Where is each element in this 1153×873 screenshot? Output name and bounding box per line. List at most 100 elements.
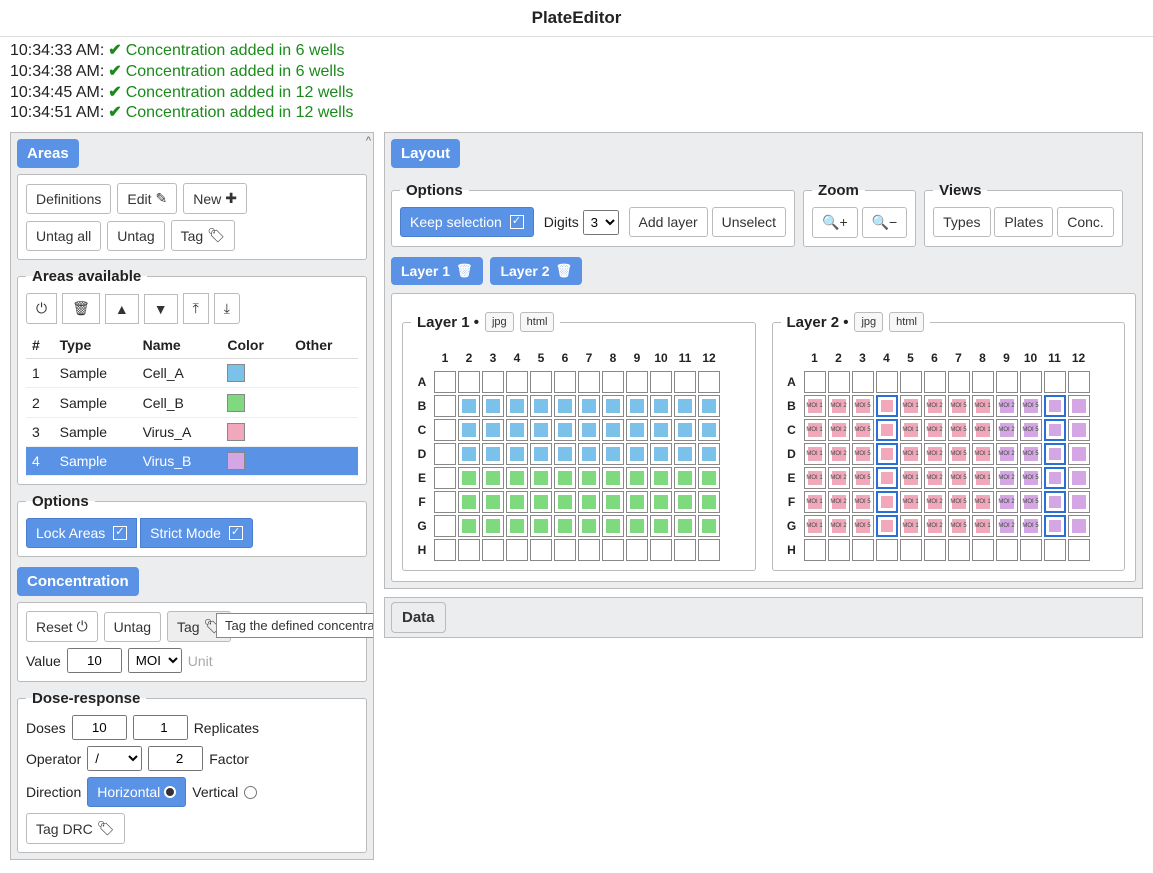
well[interactable]: MOI 5 bbox=[948, 491, 970, 513]
well[interactable] bbox=[698, 395, 720, 417]
well[interactable] bbox=[506, 491, 528, 513]
well[interactable]: MOI 5 bbox=[948, 443, 970, 465]
well[interactable] bbox=[924, 371, 946, 393]
well[interactable] bbox=[602, 467, 624, 489]
well[interactable]: MOI 5 bbox=[1020, 515, 1042, 537]
delete-button[interactable]: 🗑 bbox=[62, 293, 100, 324]
well[interactable] bbox=[482, 491, 504, 513]
add-layer-button[interactable]: Add layer bbox=[629, 207, 708, 237]
well[interactable] bbox=[1020, 539, 1042, 561]
well[interactable] bbox=[434, 443, 456, 465]
well[interactable] bbox=[602, 539, 624, 561]
well[interactable] bbox=[434, 419, 456, 441]
well[interactable]: MOI 5 bbox=[852, 419, 874, 441]
well[interactable]: MOI 5 bbox=[948, 395, 970, 417]
well[interactable] bbox=[1068, 371, 1090, 393]
well[interactable] bbox=[674, 515, 696, 537]
doses-input[interactable] bbox=[72, 715, 127, 740]
well[interactable] bbox=[530, 467, 552, 489]
well[interactable] bbox=[506, 371, 528, 393]
power-button[interactable]: ⏻ bbox=[26, 293, 57, 324]
well[interactable] bbox=[602, 371, 624, 393]
well[interactable] bbox=[554, 491, 576, 513]
well[interactable] bbox=[674, 419, 696, 441]
well[interactable]: MOI 5 bbox=[1020, 443, 1042, 465]
well[interactable] bbox=[876, 371, 898, 393]
types-button[interactable]: Types bbox=[933, 207, 990, 237]
well[interactable] bbox=[1044, 491, 1066, 513]
well[interactable] bbox=[876, 395, 898, 417]
well[interactable] bbox=[506, 443, 528, 465]
well[interactable]: MOI 5 bbox=[1020, 491, 1042, 513]
well[interactable]: MOI 5 bbox=[1020, 419, 1042, 441]
conc-button[interactable]: Conc. bbox=[1057, 207, 1114, 237]
well[interactable] bbox=[996, 371, 1018, 393]
new-button[interactable]: New ✚ bbox=[183, 183, 247, 214]
well[interactable] bbox=[1068, 467, 1090, 489]
well[interactable] bbox=[458, 467, 480, 489]
well[interactable]: MOI 2 bbox=[996, 443, 1018, 465]
plate-grid-2[interactable]: 123456789101112ABMOI 1MOI 2MOI 5MOI 1MOI… bbox=[781, 346, 1117, 562]
well[interactable] bbox=[876, 515, 898, 537]
well[interactable]: MOI 5 bbox=[852, 491, 874, 513]
well[interactable] bbox=[602, 395, 624, 417]
well[interactable] bbox=[650, 491, 672, 513]
well[interactable]: MOI 5 bbox=[1020, 467, 1042, 489]
well[interactable] bbox=[1044, 395, 1066, 417]
zoom-out-button[interactable]: 🔍− bbox=[862, 207, 908, 238]
edit-button[interactable]: Edit ✎ bbox=[117, 183, 177, 214]
well[interactable] bbox=[554, 371, 576, 393]
well[interactable] bbox=[602, 515, 624, 537]
well[interactable]: MOI 1 bbox=[972, 419, 994, 441]
well[interactable] bbox=[876, 467, 898, 489]
well[interactable]: MOI 5 bbox=[852, 515, 874, 537]
well[interactable]: MOI 1 bbox=[900, 395, 922, 417]
well[interactable] bbox=[626, 419, 648, 441]
well[interactable]: MOI 1 bbox=[900, 491, 922, 513]
well[interactable] bbox=[828, 371, 850, 393]
well[interactable] bbox=[578, 443, 600, 465]
well[interactable] bbox=[626, 395, 648, 417]
replicates-input[interactable] bbox=[133, 715, 188, 740]
well[interactable] bbox=[1068, 443, 1090, 465]
well[interactable] bbox=[530, 371, 552, 393]
jpg-button[interactable]: jpg bbox=[854, 312, 883, 332]
well[interactable] bbox=[698, 467, 720, 489]
well[interactable]: MOI 1 bbox=[900, 515, 922, 537]
well[interactable] bbox=[482, 443, 504, 465]
horizontal-radio[interactable]: Horizontal bbox=[87, 777, 186, 807]
unit-select[interactable]: MOI bbox=[128, 648, 182, 673]
well[interactable] bbox=[482, 467, 504, 489]
well[interactable] bbox=[482, 371, 504, 393]
well[interactable] bbox=[506, 467, 528, 489]
factor-input[interactable] bbox=[148, 746, 203, 771]
well[interactable]: MOI 2 bbox=[924, 443, 946, 465]
value-input[interactable] bbox=[67, 648, 122, 673]
well[interactable]: MOI 1 bbox=[804, 419, 826, 441]
well[interactable] bbox=[626, 371, 648, 393]
well[interactable] bbox=[972, 371, 994, 393]
well[interactable]: MOI 5 bbox=[948, 515, 970, 537]
well[interactable] bbox=[578, 539, 600, 561]
trash-icon[interactable]: 🗑 bbox=[556, 263, 573, 279]
well[interactable] bbox=[996, 539, 1018, 561]
well[interactable] bbox=[674, 467, 696, 489]
well[interactable]: MOI 5 bbox=[948, 419, 970, 441]
well[interactable] bbox=[900, 371, 922, 393]
well[interactable]: MOI 2 bbox=[828, 467, 850, 489]
lock-areas-toggle[interactable]: Lock Areas bbox=[26, 518, 137, 548]
well[interactable] bbox=[482, 515, 504, 537]
reset-button[interactable]: Reset ⏻ bbox=[26, 611, 98, 642]
well[interactable]: MOI 5 bbox=[852, 395, 874, 417]
well[interactable] bbox=[1068, 515, 1090, 537]
well[interactable]: MOI 1 bbox=[804, 515, 826, 537]
well[interactable] bbox=[434, 467, 456, 489]
well[interactable] bbox=[458, 395, 480, 417]
well[interactable] bbox=[698, 491, 720, 513]
well[interactable] bbox=[602, 443, 624, 465]
well[interactable] bbox=[852, 539, 874, 561]
table-row[interactable]: 2SampleCell_B bbox=[26, 388, 358, 417]
well[interactable] bbox=[1044, 371, 1066, 393]
move-bottom-button[interactable]: ⤓ bbox=[214, 293, 240, 324]
well[interactable] bbox=[650, 419, 672, 441]
